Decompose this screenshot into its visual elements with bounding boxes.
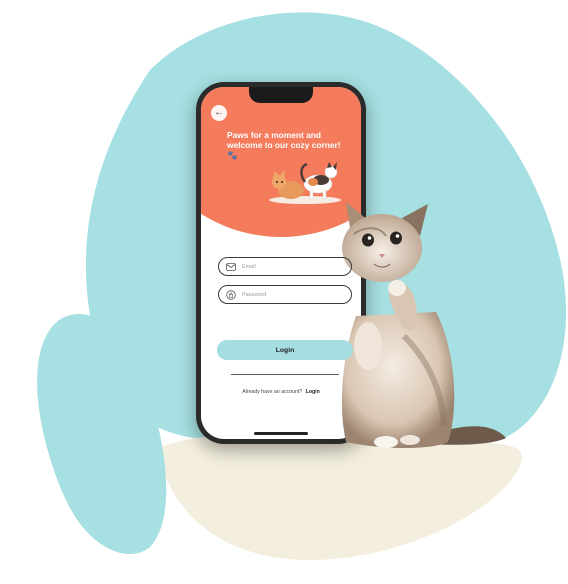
welcome-title: Paws for a moment and welcome to our coz…: [227, 130, 341, 161]
account-question: Already have an account?: [242, 389, 303, 395]
cats-illustration: [269, 162, 341, 204]
cat-body: [341, 312, 455, 448]
cat-photo: [341, 202, 506, 448]
password-field[interactable]: [218, 285, 352, 304]
cat-head: [342, 202, 428, 282]
email-input[interactable]: [242, 263, 342, 270]
login-link[interactable]: Login: [306, 389, 320, 395]
password-input[interactable]: [242, 291, 342, 298]
back-button[interactable]: ←: [211, 105, 227, 121]
lock-icon: [226, 289, 236, 300]
login-button[interactable]: Login: [217, 340, 353, 360]
divider: [231, 374, 339, 375]
calico-cat-illustration: [300, 162, 338, 200]
arrow-left-icon: ←: [214, 107, 224, 118]
orange-cat-illustration: [272, 170, 304, 199]
email-field[interactable]: [218, 257, 352, 276]
phone-notch: [249, 87, 313, 103]
home-indicator: [254, 432, 308, 435]
mail-icon: [226, 262, 236, 272]
